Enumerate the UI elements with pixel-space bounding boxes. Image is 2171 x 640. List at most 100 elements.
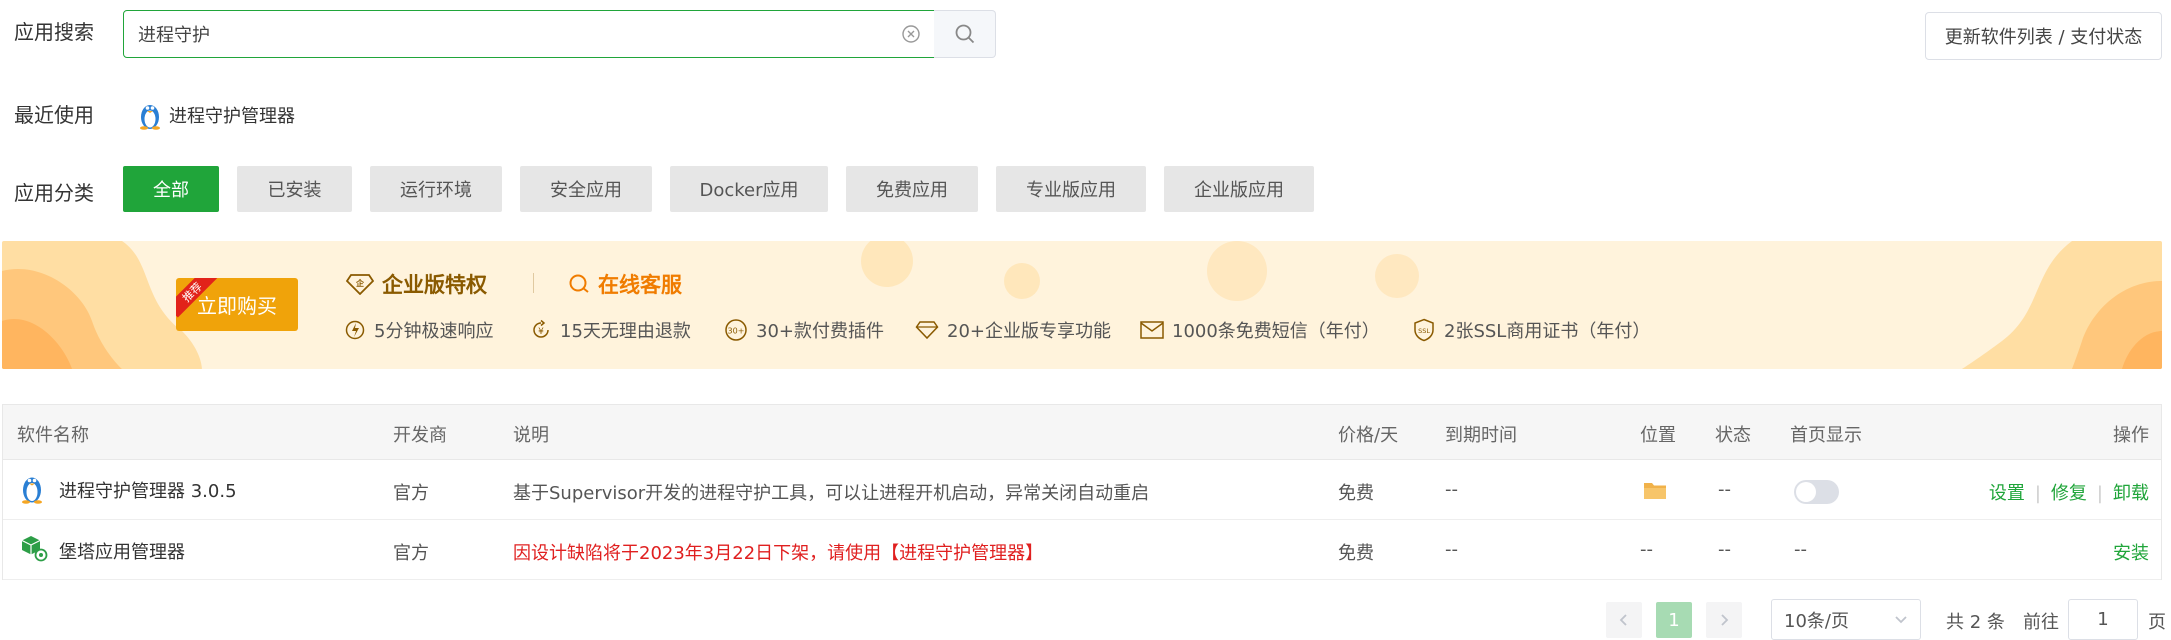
software-table: 软件名称 开发商 说明 价格/天 到期时间 位置 状态 首页显示 操作 进程守护… [2, 404, 2162, 580]
feature-sms: 1000条免费短信（年付） [1140, 317, 1380, 343]
online-service-label: 在线客服 [598, 273, 682, 297]
feature-fast-response: 5分钟极速响应 [344, 317, 493, 343]
software-developer: 官方 [393, 483, 429, 504]
software-price: 免费 [1338, 543, 1374, 564]
prev-page-button[interactable] [1606, 602, 1642, 638]
page-size-select[interactable]: 10条/页 [1771, 599, 1921, 640]
feature-label: 30+款付费插件 [756, 321, 884, 342]
buy-now-label: 立即购买 [197, 294, 277, 318]
category-tab-runtime[interactable]: 运行环境 [370, 166, 502, 212]
search-input-wrapper[interactable] [123, 10, 936, 58]
feature-ssl: SSL 2张SSL商用证书（年付） [1412, 317, 1650, 343]
homepage-toggle[interactable] [1794, 480, 1839, 504]
recent-item-label: 进程守护管理器 [169, 106, 295, 127]
category-tab-docker[interactable]: Docker应用 [670, 166, 828, 212]
svg-text:¥: ¥ [538, 327, 544, 337]
ssl-shield-icon: SSL [1414, 318, 1434, 342]
plugin-count-badge: 30+ [728, 327, 745, 336]
feature-plugins: 30+ 30+款付费插件 [724, 317, 884, 343]
linux-penguin-icon [22, 477, 42, 504]
page-suffix: 页 [2148, 612, 2166, 633]
online-service-link[interactable]: 在线客服 [568, 269, 682, 299]
header-homepage: 首页显示 [1790, 425, 1862, 446]
search-button[interactable] [934, 10, 996, 58]
software-status: -- [1718, 479, 1731, 500]
buy-now-button[interactable]: 推荐 立即购买 [176, 278, 298, 331]
software-name: 堡塔应用管理器 [59, 542, 185, 563]
chevron-right-icon [1721, 614, 1729, 626]
software-location: -- [1640, 539, 1653, 560]
goto-label: 前往 [2023, 612, 2059, 633]
software-developer: 官方 [393, 543, 429, 564]
search-label: 应用搜索 [14, 20, 94, 44]
linux-penguin-icon [140, 105, 160, 130]
recent-item-process-guard[interactable]: 进程守护管理器 [137, 100, 295, 130]
next-page-button[interactable] [1706, 602, 1742, 638]
chevron-left-icon [1619, 614, 1627, 626]
diamond-outline-icon [915, 321, 939, 340]
settings-link[interactable]: 设置 [1989, 483, 2025, 504]
mail-icon [1140, 321, 1164, 339]
table-header: 软件名称 开发商 说明 价格/天 到期时间 位置 状态 首页显示 操作 [3, 405, 2161, 460]
header-expire: 到期时间 [1445, 425, 1517, 446]
refund-icon: ¥ [533, 319, 549, 338]
feature-label: 15天无理由退款 [560, 321, 691, 342]
feature-refund: ¥ 15天无理由退款 [530, 317, 691, 343]
category-tab-pro[interactable]: 专业版应用 [996, 166, 1146, 212]
software-status: -- [1718, 539, 1731, 560]
enterprise-banner: 推荐 立即购买 企 企业版特权 在线客服 5分钟极速响应 ¥ 15天无理由退款 [2, 241, 2162, 369]
table-row: 堡塔应用管理器 官方 因设计缺陷将于2023年3月22日下架，请使用【进程守护管… [3, 520, 2161, 580]
category-tab-installed[interactable]: 已安装 [237, 166, 352, 212]
update-list-button[interactable]: 更新软件列表 / 支付状态 [1925, 12, 2162, 60]
feature-label: 2张SSL商用证书（年付） [1444, 321, 1651, 342]
total-count: 共 2 条 [1946, 612, 2005, 633]
feature-label: 20+企业版专享功能 [947, 321, 1111, 342]
toggle-knob [1796, 482, 1816, 502]
header-actions: 操作 [2113, 425, 2149, 446]
category-tab-enterprise[interactable]: 企业版应用 [1164, 166, 1314, 212]
category-tab-security[interactable]: 安全应用 [520, 166, 652, 212]
folder-icon[interactable] [1643, 480, 1667, 500]
repair-link[interactable]: 修复 [2051, 483, 2087, 504]
goto-page-input[interactable] [2068, 599, 2138, 640]
enterprise-privilege-title: 企 企业版特权 [346, 269, 487, 299]
software-description-warning: 因设计缺陷将于2023年3月22日下架，请使用【进程守护管理器】 [513, 543, 1044, 564]
ssl-badge: SSL [1418, 327, 1430, 335]
search-icon [955, 24, 974, 44]
feature-label: 1000条免费短信（年付） [1172, 321, 1380, 342]
row-actions: 设置 | 修复 | 卸载 [1988, 483, 2149, 504]
software-name: 进程守护管理器 3.0.5 [59, 481, 237, 502]
search-input[interactable] [124, 11, 864, 56]
feature-enterprise-functions: 20+企业版专享功能 [915, 317, 1111, 343]
software-price: 免费 [1338, 483, 1374, 504]
enterprise-privilege-label: 企业版特权 [382, 273, 487, 297]
category-tab-free[interactable]: 免费应用 [846, 166, 978, 212]
chat-icon [569, 274, 589, 293]
title-divider [533, 273, 534, 293]
software-expire: -- [1445, 539, 1458, 560]
plugin-count-icon: 30+ [725, 319, 747, 341]
clear-icon[interactable] [901, 24, 921, 44]
header-name: 软件名称 [17, 425, 89, 446]
feature-label: 5分钟极速响应 [374, 321, 494, 342]
category-tab-all[interactable]: 全部 [123, 166, 219, 212]
chevron-down-icon [1895, 616, 1907, 624]
app-manager-icon [21, 536, 48, 562]
header-developer: 开发商 [393, 425, 447, 446]
lightning-clock-icon [345, 320, 365, 340]
category-label: 应用分类 [14, 181, 94, 205]
table-row: 进程守护管理器 3.0.5 官方 基于Supervisor开发的进程守护工具，可… [3, 460, 2161, 520]
page-size-label: 10条/页 [1784, 610, 1849, 632]
page-1-button[interactable]: 1 [1656, 602, 1692, 638]
install-link[interactable]: 安装 [2113, 539, 2149, 565]
uninstall-link[interactable]: 卸载 [2113, 483, 2149, 504]
diamond-icon: 企 [346, 274, 374, 295]
software-homepage: -- [1794, 539, 1807, 560]
banner-decoration [2, 241, 2162, 369]
software-description: 基于Supervisor开发的进程守护工具，可以让进程开机启动，异常关闭自动重启 [513, 483, 1150, 504]
recent-label: 最近使用 [14, 103, 94, 127]
software-expire: -- [1445, 479, 1458, 500]
header-location: 位置 [1640, 425, 1676, 446]
header-status: 状态 [1715, 425, 1751, 446]
header-description: 说明 [513, 425, 549, 446]
